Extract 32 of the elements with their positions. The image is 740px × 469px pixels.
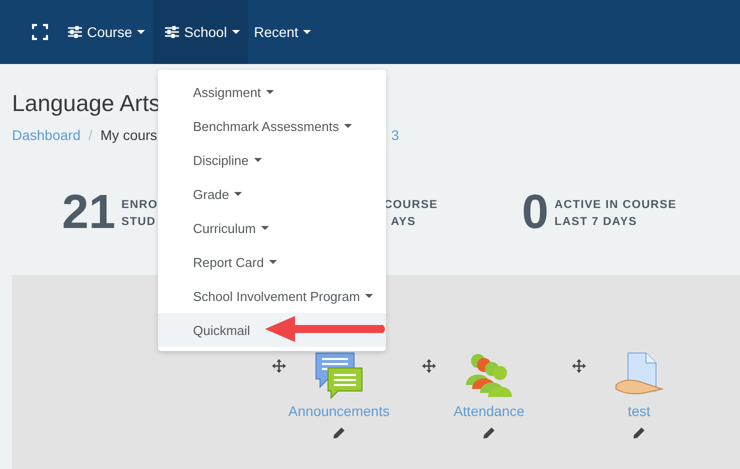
stat-label: ENRO (121, 198, 158, 210)
page-title: Language Arts (12, 90, 160, 117)
move-icon[interactable] (572, 359, 586, 373)
move-icon[interactable] (422, 359, 436, 373)
stat-label: ACTIVE IN COURSE (554, 198, 677, 210)
pencil-icon[interactable] (483, 427, 495, 439)
stat-label: COURSE (384, 198, 438, 210)
stat-value: 21 (62, 189, 116, 237)
menu-item[interactable]: Assignment (158, 75, 386, 109)
breadcrumb-item: My cours (100, 127, 158, 143)
chat-bubbles-icon[interactable] (314, 351, 364, 399)
stat-label: AYS (390, 216, 416, 228)
nav-menu-button[interactable]: School (153, 0, 248, 64)
pencil-icon[interactable] (633, 427, 645, 439)
menu-item[interactable]: Benchmark Assessments (158, 109, 386, 143)
fullscreen-icon (32, 24, 48, 40)
nav-menu-button[interactable]: Course (56, 0, 154, 64)
menu-item[interactable]: Grade (158, 177, 386, 211)
menu-item[interactable]: Curriculum (158, 211, 386, 245)
menu-item[interactable]: Report Card (158, 245, 386, 279)
menu-item[interactable]: Discipline (158, 143, 386, 177)
stat-label: STUD (121, 216, 157, 228)
stat-label: LAST 7 DAYS (554, 216, 638, 228)
menu-item[interactable]: School Involvement Program (158, 279, 386, 313)
sliders-icon (165, 26, 180, 38)
stat-value: 0 (522, 189, 549, 237)
pencil-icon[interactable] (333, 427, 345, 439)
move-icon[interactable] (272, 359, 286, 373)
people-icon[interactable] (464, 351, 514, 399)
breadcrumb-separator: / (88, 127, 92, 143)
sliders-icon (68, 26, 82, 38)
nav-menu-button[interactable]: Recent (248, 0, 320, 64)
